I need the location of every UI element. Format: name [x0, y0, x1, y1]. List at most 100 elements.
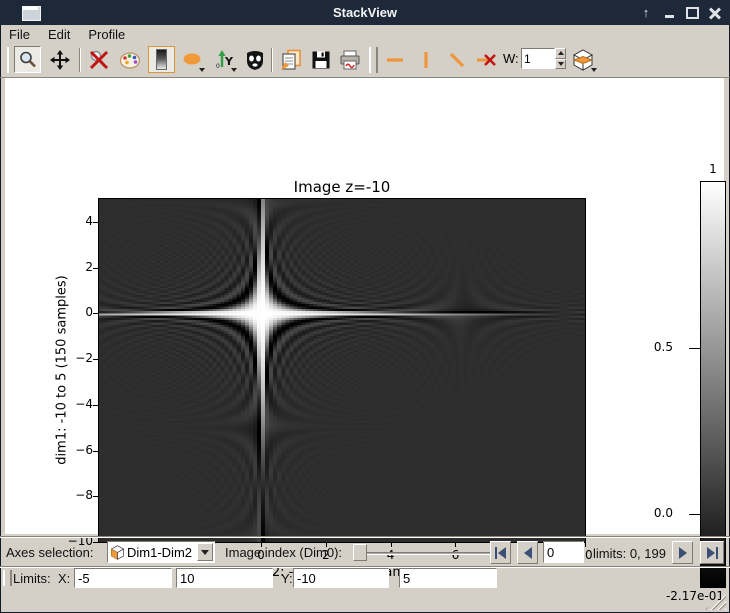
down-arrow-icon — [558, 62, 564, 66]
first-frame-button[interactable] — [490, 541, 511, 564]
y-axis-icon: 0 Y — [215, 50, 235, 70]
colorbar-max-label: 1 — [703, 162, 723, 176]
profile-width-input[interactable] — [521, 48, 555, 69]
toolbar-separator — [79, 48, 81, 72]
pan-arrows-icon — [50, 50, 70, 70]
menu-profile[interactable]: Profile — [79, 27, 134, 42]
shade-button[interactable]: ↑ — [639, 6, 653, 20]
reset-zoom-button[interactable] — [85, 46, 112, 73]
right-arrow-icon — [707, 547, 715, 559]
y-limits-label: Y: — [281, 571, 293, 586]
limits-toolbar-handle[interactable] — [3, 570, 12, 586]
toolbar-separator — [271, 48, 273, 72]
zoom-reset-icon — [88, 49, 110, 71]
horizontal-line-icon — [385, 50, 405, 70]
minimize-button[interactable] — [662, 6, 676, 20]
window-title: StackView — [0, 5, 730, 20]
magnifier-icon — [18, 50, 38, 70]
profile-free-line-button[interactable] — [443, 46, 470, 73]
first-icon — [495, 547, 497, 559]
y-tick-label: 2 — [45, 260, 93, 274]
svg-text:0: 0 — [216, 63, 220, 70]
colorbar-tick-label: 0.5 — [625, 340, 673, 354]
image-index-label: Image index (Dim0): — [225, 545, 342, 560]
frame-slider-handle[interactable] — [353, 544, 367, 561]
dropdown-arrow-icon — [591, 68, 597, 72]
colorbar-icon — [156, 49, 167, 70]
spin-up-button[interactable] — [555, 48, 566, 59]
profile-horizontal-button[interactable] — [381, 46, 408, 73]
last-frame-button[interactable] — [700, 541, 724, 564]
x-min-input[interactable] — [74, 568, 172, 588]
spin-down-button[interactable] — [555, 59, 566, 70]
profile-vertical-button[interactable] — [412, 46, 439, 73]
y-tick-mark — [93, 496, 98, 497]
frame-slider-groove[interactable] — [354, 552, 490, 555]
diagonal-line-icon — [447, 50, 467, 70]
mask-icon — [244, 49, 266, 71]
menubar: File Edit Profile — [0, 25, 730, 43]
y-tick-label: −2 — [45, 351, 93, 365]
svg-text:Y: Y — [224, 55, 234, 68]
maximize-button[interactable] — [685, 6, 699, 20]
y-tick-mark — [93, 222, 98, 223]
statusbar — [0, 590, 730, 613]
print-button[interactable] — [336, 46, 363, 73]
roi-ellipse-button[interactable] — [179, 46, 206, 73]
palette-icon — [119, 50, 141, 70]
axes-selection-combobox[interactable]: Dim1-Dim2 — [107, 541, 215, 563]
zoom-mode-button[interactable] — [14, 46, 41, 73]
plot-frame — [98, 198, 586, 543]
cube-icon — [110, 545, 125, 560]
y-tick-mark — [93, 313, 98, 314]
y-tick-label: −6 — [45, 443, 93, 457]
printer-icon — [339, 50, 361, 70]
last-icon — [716, 547, 718, 559]
y-axis-orientation-button[interactable]: 0 Y — [211, 46, 238, 73]
frame-limits-label: limits: 0, 199 — [593, 546, 666, 561]
clear-profile-icon — [475, 50, 497, 70]
y-axis-label: dim1: -10 to 5 (150 samples) — [55, 275, 70, 464]
down-arrow-icon — [201, 550, 209, 555]
menu-edit[interactable]: Edit — [39, 27, 79, 42]
save-button[interactable] — [307, 46, 334, 73]
stackview-window: StackView ↑ File Edit Profile — [0, 0, 730, 613]
profile-3d-button[interactable] — [568, 46, 598, 73]
x-max-input[interactable] — [176, 568, 273, 588]
axes-selection-label: Axes selection: — [6, 545, 93, 560]
resize-grip[interactable] — [704, 595, 726, 610]
colorbar — [700, 181, 726, 588]
colormap-button[interactable] — [116, 46, 143, 73]
plot-title: Image z=-10 — [99, 178, 585, 196]
close-button[interactable] — [708, 6, 722, 20]
vertical-line-icon — [416, 50, 436, 70]
stack-image-canvas[interactable] — [99, 199, 585, 542]
copy-button[interactable] — [277, 46, 304, 73]
y-max-input[interactable] — [399, 568, 497, 588]
y-tick-label: −4 — [45, 397, 93, 411]
colorbar-toggle-button[interactable] — [148, 46, 175, 73]
y-tick-label: 4 — [45, 214, 93, 228]
profile-width-label: W: — [503, 51, 519, 66]
colorbar-tick-label: 0.0 — [625, 506, 673, 520]
pan-mode-button[interactable] — [46, 46, 73, 73]
profile-clear-button[interactable] — [472, 46, 499, 73]
y-min-input[interactable] — [293, 568, 389, 588]
limits-label: Limits: — [13, 571, 51, 586]
y-tick-mark — [93, 405, 98, 406]
y-tick-mark — [93, 359, 98, 360]
y-tick-mark — [93, 451, 98, 452]
y-tick-mark — [93, 268, 98, 269]
colorbar-tick-mark — [689, 514, 700, 515]
combo-dropdown-button[interactable] — [197, 543, 213, 561]
frame-number-input[interactable] — [543, 541, 584, 563]
plot-widget: Image z=-10 dim1: -10 to 5 (150 samples)… — [5, 78, 724, 534]
dropdown-arrow-icon — [231, 68, 237, 72]
up-arrow-icon — [558, 51, 564, 55]
previous-frame-button[interactable] — [517, 541, 538, 564]
next-frame-button[interactable] — [672, 541, 693, 564]
profile-toolbar-handle[interactable] — [369, 47, 378, 73]
menu-file[interactable]: File — [0, 27, 39, 42]
mask-tools-button[interactable] — [241, 46, 268, 73]
left-arrow-icon — [498, 547, 506, 559]
